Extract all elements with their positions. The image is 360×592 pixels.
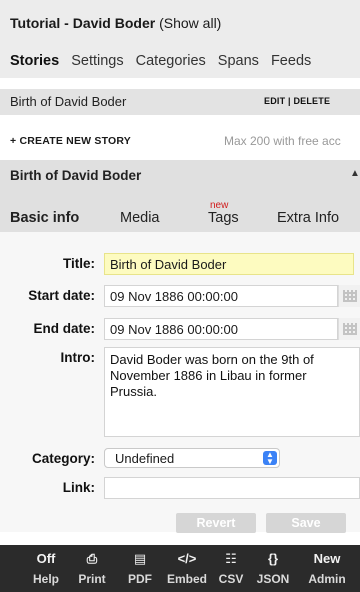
category-label: Category: [31,451,95,466]
tab-tags[interactable]: Tags [208,210,239,226]
start-date-label: Start date: [28,288,95,303]
tab-basic-info[interactable]: Basic info [10,210,79,226]
app-header: Tutorial - David Boder (Show all) Storie… [0,0,360,78]
basic-info-form: Title: Birth of David Boder Start date: … [0,232,360,533]
print-icon: ⎙ [86,551,98,566]
story-editor-header: Birth of David Boder ▲ Basic info Media … [0,160,360,232]
csv-label: CSV [218,572,244,586]
action-separator: | [288,96,291,106]
link-field[interactable] [104,477,360,499]
embed-label: Embed [166,572,207,586]
pdf-icon: ▤ [133,551,147,566]
link-label: Link: [62,480,95,495]
start-date-field[interactable]: 09 Nov 1886 00:00:00 [104,285,338,307]
csv-icon: ☷ [225,551,237,566]
title-field[interactable]: Birth of David Boder [104,253,354,275]
json-button[interactable]: {} JSON [252,545,294,592]
story-editor-title: Birth of David Boder [10,168,142,183]
end-date-field[interactable]: 09 Nov 1886 00:00:00 [104,318,338,340]
delete-link[interactable]: DELETE [293,96,330,106]
category-select[interactable]: Undefined ▲ ▼ [104,448,280,468]
editor-tabs: Basic info Media new Tags Extra Info [0,200,360,232]
collapse-caret-icon[interactable]: ▲ [350,168,360,179]
edit-link[interactable]: EDIT [264,96,285,106]
print-button[interactable]: ⎙ Print [74,545,110,592]
embed-icon: </> [177,551,197,566]
nav-spans[interactable]: Spans [218,53,259,69]
nav-categories[interactable]: Categories [136,53,206,69]
admin-icon: New [313,551,341,566]
help-label: Help [32,572,59,586]
tab-extra-info[interactable]: Extra Info [277,210,339,226]
embed-button[interactable]: </> Embed [164,545,210,592]
end-date-calendar-icon[interactable] [338,318,360,340]
help-icon: Off [36,551,56,566]
help-button[interactable]: Off Help [28,545,64,592]
nav-stories[interactable]: Stories [10,53,59,69]
create-new-story-button[interactable]: + CREATE NEW STORY [10,135,131,147]
footer-toolbar: Off Help ⎙ Print ▤ PDF </> Embed ☷ CSV {… [0,545,360,592]
title-label: Title: [62,256,95,271]
category-selected-value: Undefined [115,451,175,466]
main-nav: Stories Settings Categories Spans Feeds [10,53,319,69]
intro-textarea[interactable]: David Boder was born on the 9th of Novem… [104,347,360,437]
revert-button[interactable]: Revert [176,513,256,533]
end-date-label: End date: [33,321,95,336]
timeline-name: Tutorial - David Boder [10,15,156,31]
nav-settings[interactable]: Settings [71,53,123,69]
json-label: JSON [256,572,290,586]
story-limit-note: Max 200 with free acc [224,134,341,148]
story-list-item-name[interactable]: Birth of David Boder [10,94,126,109]
select-arrows-icon: ▲ ▼ [263,451,277,466]
intro-label: Intro: [60,350,96,365]
story-actions: EDIT | DELETE [264,96,330,106]
pdf-button[interactable]: ▤ PDF [124,545,156,592]
json-icon: {} [267,551,279,566]
create-story-row: + CREATE NEW STORY Max 200 with free acc [0,128,360,154]
timeline-title: Tutorial - David Boder (Show all) [10,15,221,31]
print-label: Print [78,572,106,586]
nav-feeds[interactable]: Feeds [271,53,311,69]
save-button[interactable]: Save [266,513,346,533]
show-all-link[interactable]: (Show all) [159,15,221,31]
admin-label: Admin [308,572,346,586]
start-date-calendar-icon[interactable] [338,285,360,307]
csv-button[interactable]: ☷ CSV [214,545,248,592]
tab-media[interactable]: Media [120,210,160,226]
story-list-item[interactable]: Birth of David Boder EDIT | DELETE [0,89,360,115]
admin-button[interactable]: New Admin [300,545,354,592]
pdf-label: PDF [128,572,152,586]
